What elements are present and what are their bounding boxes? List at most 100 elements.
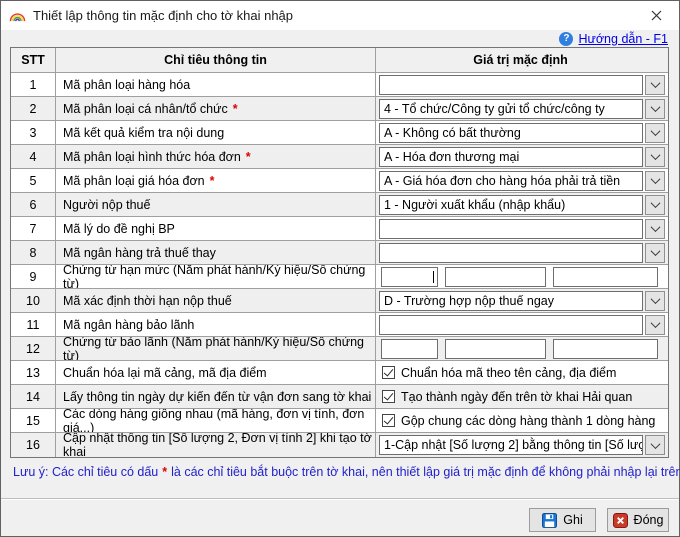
default-value-cell: 1 - Người xuất khẩu (nhập khẩu) bbox=[376, 193, 668, 216]
table-row: 1Mã phân loại hàng hóa bbox=[11, 73, 668, 97]
dropdown-7[interactable] bbox=[379, 219, 665, 239]
checkbox-label: Gộp chung các dòng hàng thành 1 dòng hàn… bbox=[401, 414, 655, 428]
dialog-window: Thiết lập thông tin mặc định cho tờ khai… bbox=[0, 0, 680, 537]
criteria-label-cell: Chứng từ hạn mức (Năm phát hành/Ký hiệu/… bbox=[56, 265, 376, 288]
row-number: 11 bbox=[11, 313, 56, 336]
dropdown-arrow-button[interactable] bbox=[645, 291, 665, 311]
criteria-label-cell: Mã lý do đề nghị BP bbox=[56, 217, 376, 240]
table-row: 6Người nộp thuế1 - Người xuất khẩu (nhập… bbox=[11, 193, 668, 217]
row-number: 10 bbox=[11, 289, 56, 312]
x-icon bbox=[651, 10, 662, 21]
dropdown-16[interactable]: 1-Cập nhật [Số lượng 2] bằng thông tin [… bbox=[379, 435, 665, 455]
table-row: 15Các dòng hàng giống nhau (mã hàng, đơn… bbox=[11, 409, 668, 433]
row-number: 4 bbox=[11, 145, 56, 168]
header-criteria: Chỉ tiêu thông tin bbox=[56, 48, 376, 72]
save-button[interactable]: Ghi bbox=[529, 508, 596, 532]
text-input-9-3[interactable] bbox=[553, 267, 658, 287]
dropdown-2[interactable]: 4 - Tổ chức/Công ty gửi tổ chức/công ty bbox=[379, 99, 665, 119]
dropdown-value[interactable]: D - Trường hợp nộp thuế ngay bbox=[379, 291, 643, 311]
table-row: 5Mã phân loại giá hóa đơn*A - Giá hóa đơ… bbox=[11, 169, 668, 193]
text-input-9-2[interactable] bbox=[445, 267, 546, 287]
dropdown-value[interactable] bbox=[379, 315, 643, 335]
criteria-label: Mã lý do đề nghị BP bbox=[63, 222, 175, 236]
criteria-label: Mã phân loại hàng hóa bbox=[63, 78, 190, 92]
dropdown-arrow-button[interactable] bbox=[645, 75, 665, 95]
help-link[interactable]: Hướng dẫn - F1 bbox=[578, 32, 668, 46]
dropdown-value[interactable]: 1 - Người xuất khẩu (nhập khẩu) bbox=[379, 195, 643, 215]
floppy-disk-icon bbox=[542, 513, 557, 528]
close-dialog-button[interactable]: Đóng bbox=[607, 508, 669, 532]
criteria-label-cell: Các dòng hàng giống nhau (mã hàng, đơn v… bbox=[56, 409, 376, 432]
table-row: 10Mã xác định thời hạn nộp thuếD - Trườn… bbox=[11, 289, 668, 313]
dropdown-6[interactable]: 1 - Người xuất khẩu (nhập khẩu) bbox=[379, 195, 665, 215]
row-number: 13 bbox=[11, 361, 56, 384]
dropdown-value[interactable] bbox=[379, 219, 643, 239]
dropdown-value[interactable]: A - Giá hóa đơn cho hàng hóa phải trả ti… bbox=[379, 171, 643, 191]
text-input-12-1[interactable] bbox=[381, 339, 438, 359]
app-rainbow-icon bbox=[9, 8, 26, 23]
dropdown-arrow-button[interactable] bbox=[645, 219, 665, 239]
checkbox-icon bbox=[382, 366, 395, 379]
dropdown-arrow-button[interactable] bbox=[645, 243, 665, 263]
criteria-label: Chuẩn hóa lại mã cảng, mã địa điểm bbox=[63, 366, 267, 380]
text-input-9-1[interactable] bbox=[381, 267, 438, 287]
dropdown-arrow-button[interactable] bbox=[645, 195, 665, 215]
dropdown-arrow-button[interactable] bbox=[645, 123, 665, 143]
dropdown-5[interactable]: A - Giá hóa đơn cho hàng hóa phải trả ti… bbox=[379, 171, 665, 191]
dropdown-1[interactable] bbox=[379, 75, 665, 95]
default-value-cell: Tạo thành ngày đến trên tờ khai Hải quan bbox=[376, 385, 668, 408]
dropdown-3[interactable]: A - Không có bất thường bbox=[379, 123, 665, 143]
checkbox-13[interactable]: Chuẩn hóa mã theo tên cảng, địa điểm bbox=[379, 366, 616, 380]
criteria-label: Mã ngân hàng bảo lãnh bbox=[63, 318, 194, 332]
criteria-label-cell: Chuẩn hóa lại mã cảng, mã địa điểm bbox=[56, 361, 376, 384]
criteria-label-cell: Mã kết quả kiểm tra nội dung bbox=[56, 121, 376, 144]
footer-note: Lưu ý: Các chỉ tiêu có dấu*là các chỉ ti… bbox=[13, 465, 680, 479]
dropdown-arrow-button[interactable] bbox=[645, 171, 665, 191]
text-input-12-3[interactable] bbox=[553, 339, 658, 359]
checkbox-14[interactable]: Tạo thành ngày đến trên tờ khai Hải quan bbox=[379, 390, 632, 404]
chevron-down-icon bbox=[650, 222, 660, 232]
dropdown-arrow-button[interactable] bbox=[645, 435, 665, 455]
dropdown-value[interactable]: 4 - Tổ chức/Công ty gửi tổ chức/công ty bbox=[379, 99, 643, 119]
dropdown-value[interactable]: A - Hóa đơn thương mại bbox=[379, 147, 643, 167]
default-value-cell: 1-Cập nhật [Số lượng 2] bằng thông tin [… bbox=[376, 433, 668, 457]
criteria-label: Lấy thông tin ngày dự kiến đến từ vận đơ… bbox=[63, 390, 371, 404]
criteria-label: Mã phân loại hình thức hóa đơn bbox=[63, 150, 241, 164]
dropdown-value[interactable]: 1-Cập nhật [Số lượng 2] bằng thông tin [… bbox=[379, 435, 643, 455]
dropdown-arrow-button[interactable] bbox=[645, 99, 665, 119]
table-row: 13 Chuẩn hóa lại mã cảng, mã địa điểm Chuẩ… bbox=[11, 361, 668, 385]
default-value-cell bbox=[376, 73, 668, 96]
criteria-label-cell: Mã phân loại hàng hóa bbox=[56, 73, 376, 96]
dropdown-8[interactable] bbox=[379, 243, 665, 263]
dropdown-arrow-button[interactable] bbox=[645, 315, 665, 335]
criteria-label-cell: Mã ngân hàng trả thuế thay bbox=[56, 241, 376, 264]
question-circle-icon[interactable]: ? bbox=[559, 32, 573, 46]
red-x-icon bbox=[613, 513, 628, 528]
criteria-label-cell: Mã phân loại hình thức hóa đơn* bbox=[56, 145, 376, 168]
dropdown-value[interactable]: A - Không có bất thường bbox=[379, 123, 643, 143]
chevron-down-icon bbox=[650, 198, 660, 208]
table-row: 7Mã lý do đề nghị BP bbox=[11, 217, 668, 241]
dropdown-arrow-button[interactable] bbox=[645, 147, 665, 167]
table-row: 14Lấy thông tin ngày dự kiến đến từ vận … bbox=[11, 385, 668, 409]
dropdown-10[interactable]: D - Trường hợp nộp thuế ngay bbox=[379, 291, 665, 311]
header-stt: STT bbox=[11, 48, 56, 72]
window-close-button[interactable] bbox=[634, 1, 679, 30]
default-value-cell: Gộp chung các dòng hàng thành 1 dòng hàn… bbox=[376, 409, 668, 432]
checkbox-label: Tạo thành ngày đến trên tờ khai Hải quan bbox=[401, 390, 632, 404]
default-value-cell: Chuẩn hóa mã theo tên cảng, địa điểm bbox=[376, 361, 668, 384]
window-title: Thiết lập thông tin mặc định cho tờ khai… bbox=[33, 8, 293, 23]
dropdown-11[interactable] bbox=[379, 315, 665, 335]
criteria-label: Mã phân loại giá hóa đơn bbox=[63, 174, 205, 188]
table-row: 9Chứng từ hạn mức (Năm phát hành/Ký hiệu… bbox=[11, 265, 668, 289]
dropdown-value[interactable] bbox=[379, 243, 643, 263]
table-row: 12Chứng từ bảo lãnh (Năm phát hành/Ký hi… bbox=[11, 337, 668, 361]
dropdown-4[interactable]: A - Hóa đơn thương mại bbox=[379, 147, 665, 167]
dropdown-value[interactable] bbox=[379, 75, 643, 95]
chevron-down-icon bbox=[650, 439, 660, 449]
chevron-down-icon bbox=[650, 246, 660, 256]
row-number: 5 bbox=[11, 169, 56, 192]
footer-separator bbox=[1, 498, 679, 500]
text-input-12-2[interactable] bbox=[445, 339, 546, 359]
checkbox-15[interactable]: Gộp chung các dòng hàng thành 1 dòng hàn… bbox=[379, 414, 655, 428]
